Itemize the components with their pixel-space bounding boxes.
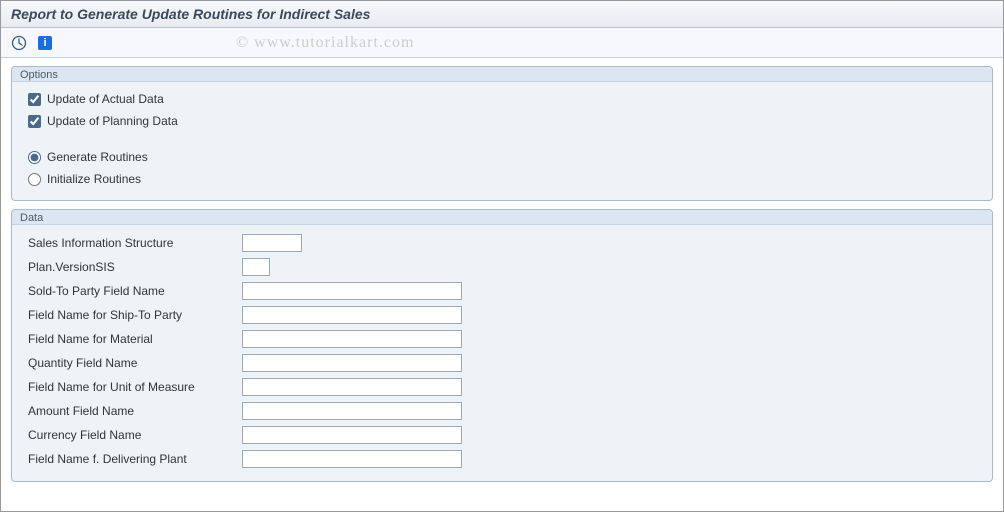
- clock-icon: [11, 35, 27, 51]
- row-uom: Field Name for Unit of Measure: [28, 375, 976, 399]
- data-group-title: Data: [12, 210, 992, 225]
- row-amount: Amount Field Name: [28, 399, 976, 423]
- row-sis: Sales Information Structure: [28, 231, 976, 255]
- row-ship-to: Field Name for Ship-To Party: [28, 303, 976, 327]
- label-sold-to: Sold-To Party Field Name: [28, 284, 228, 298]
- radio-generate-routines[interactable]: Generate Routines: [28, 146, 976, 168]
- label-currency: Currency Field Name: [28, 428, 228, 442]
- radio-initialize-input[interactable]: [28, 173, 41, 186]
- label-quantity: Quantity Field Name: [28, 356, 228, 370]
- checkbox-update-planning[interactable]: Update of Planning Data: [28, 110, 976, 132]
- window: Report to Generate Update Routines for I…: [0, 0, 1004, 512]
- input-uom[interactable]: [242, 378, 462, 396]
- input-plant[interactable]: [242, 450, 462, 468]
- checkbox-update-actual-input[interactable]: [28, 93, 41, 106]
- toolbar: i © www.tutorialkart.com: [1, 28, 1003, 58]
- row-quantity: Quantity Field Name: [28, 351, 976, 375]
- input-plan-version[interactable]: [242, 258, 270, 276]
- label-plant: Field Name f. Delivering Plant: [28, 452, 228, 466]
- row-sold-to: Sold-To Party Field Name: [28, 279, 976, 303]
- radio-generate-input[interactable]: [28, 151, 41, 164]
- radio-generate-label: Generate Routines: [47, 150, 148, 164]
- label-material: Field Name for Material: [28, 332, 228, 346]
- execute-button[interactable]: [9, 33, 29, 53]
- row-plan-version: Plan.VersionSIS: [28, 255, 976, 279]
- row-plant: Field Name f. Delivering Plant: [28, 447, 976, 471]
- options-group: Options Update of Actual Data Update of …: [11, 66, 993, 201]
- input-material[interactable]: [242, 330, 462, 348]
- input-currency[interactable]: [242, 426, 462, 444]
- label-uom: Field Name for Unit of Measure: [28, 380, 228, 394]
- label-ship-to: Field Name for Ship-To Party: [28, 308, 228, 322]
- input-amount[interactable]: [242, 402, 462, 420]
- page-title: Report to Generate Update Routines for I…: [11, 6, 370, 22]
- label-plan-version: Plan.VersionSIS: [28, 260, 228, 274]
- watermark: © www.tutorialkart.com: [236, 34, 414, 52]
- row-material: Field Name for Material: [28, 327, 976, 351]
- radio-initialize-routines[interactable]: Initialize Routines: [28, 168, 976, 190]
- input-sis[interactable]: [242, 234, 302, 252]
- input-quantity[interactable]: [242, 354, 462, 372]
- row-currency: Currency Field Name: [28, 423, 976, 447]
- label-amount: Amount Field Name: [28, 404, 228, 418]
- title-bar: Report to Generate Update Routines for I…: [1, 1, 1003, 28]
- input-ship-to[interactable]: [242, 306, 462, 324]
- input-sold-to[interactable]: [242, 282, 462, 300]
- checkbox-update-planning-label: Update of Planning Data: [47, 114, 178, 128]
- info-button[interactable]: i: [35, 33, 55, 53]
- info-icon: i: [38, 36, 52, 50]
- radio-initialize-label: Initialize Routines: [47, 172, 141, 186]
- checkbox-update-planning-input[interactable]: [28, 115, 41, 128]
- data-group: Data Sales Information Structure Plan.Ve…: [11, 209, 993, 482]
- content-area: Options Update of Actual Data Update of …: [1, 58, 1003, 498]
- checkbox-update-actual-label: Update of Actual Data: [47, 92, 164, 106]
- options-group-title: Options: [12, 67, 992, 82]
- label-sis: Sales Information Structure: [28, 236, 228, 250]
- checkbox-update-actual[interactable]: Update of Actual Data: [28, 88, 976, 110]
